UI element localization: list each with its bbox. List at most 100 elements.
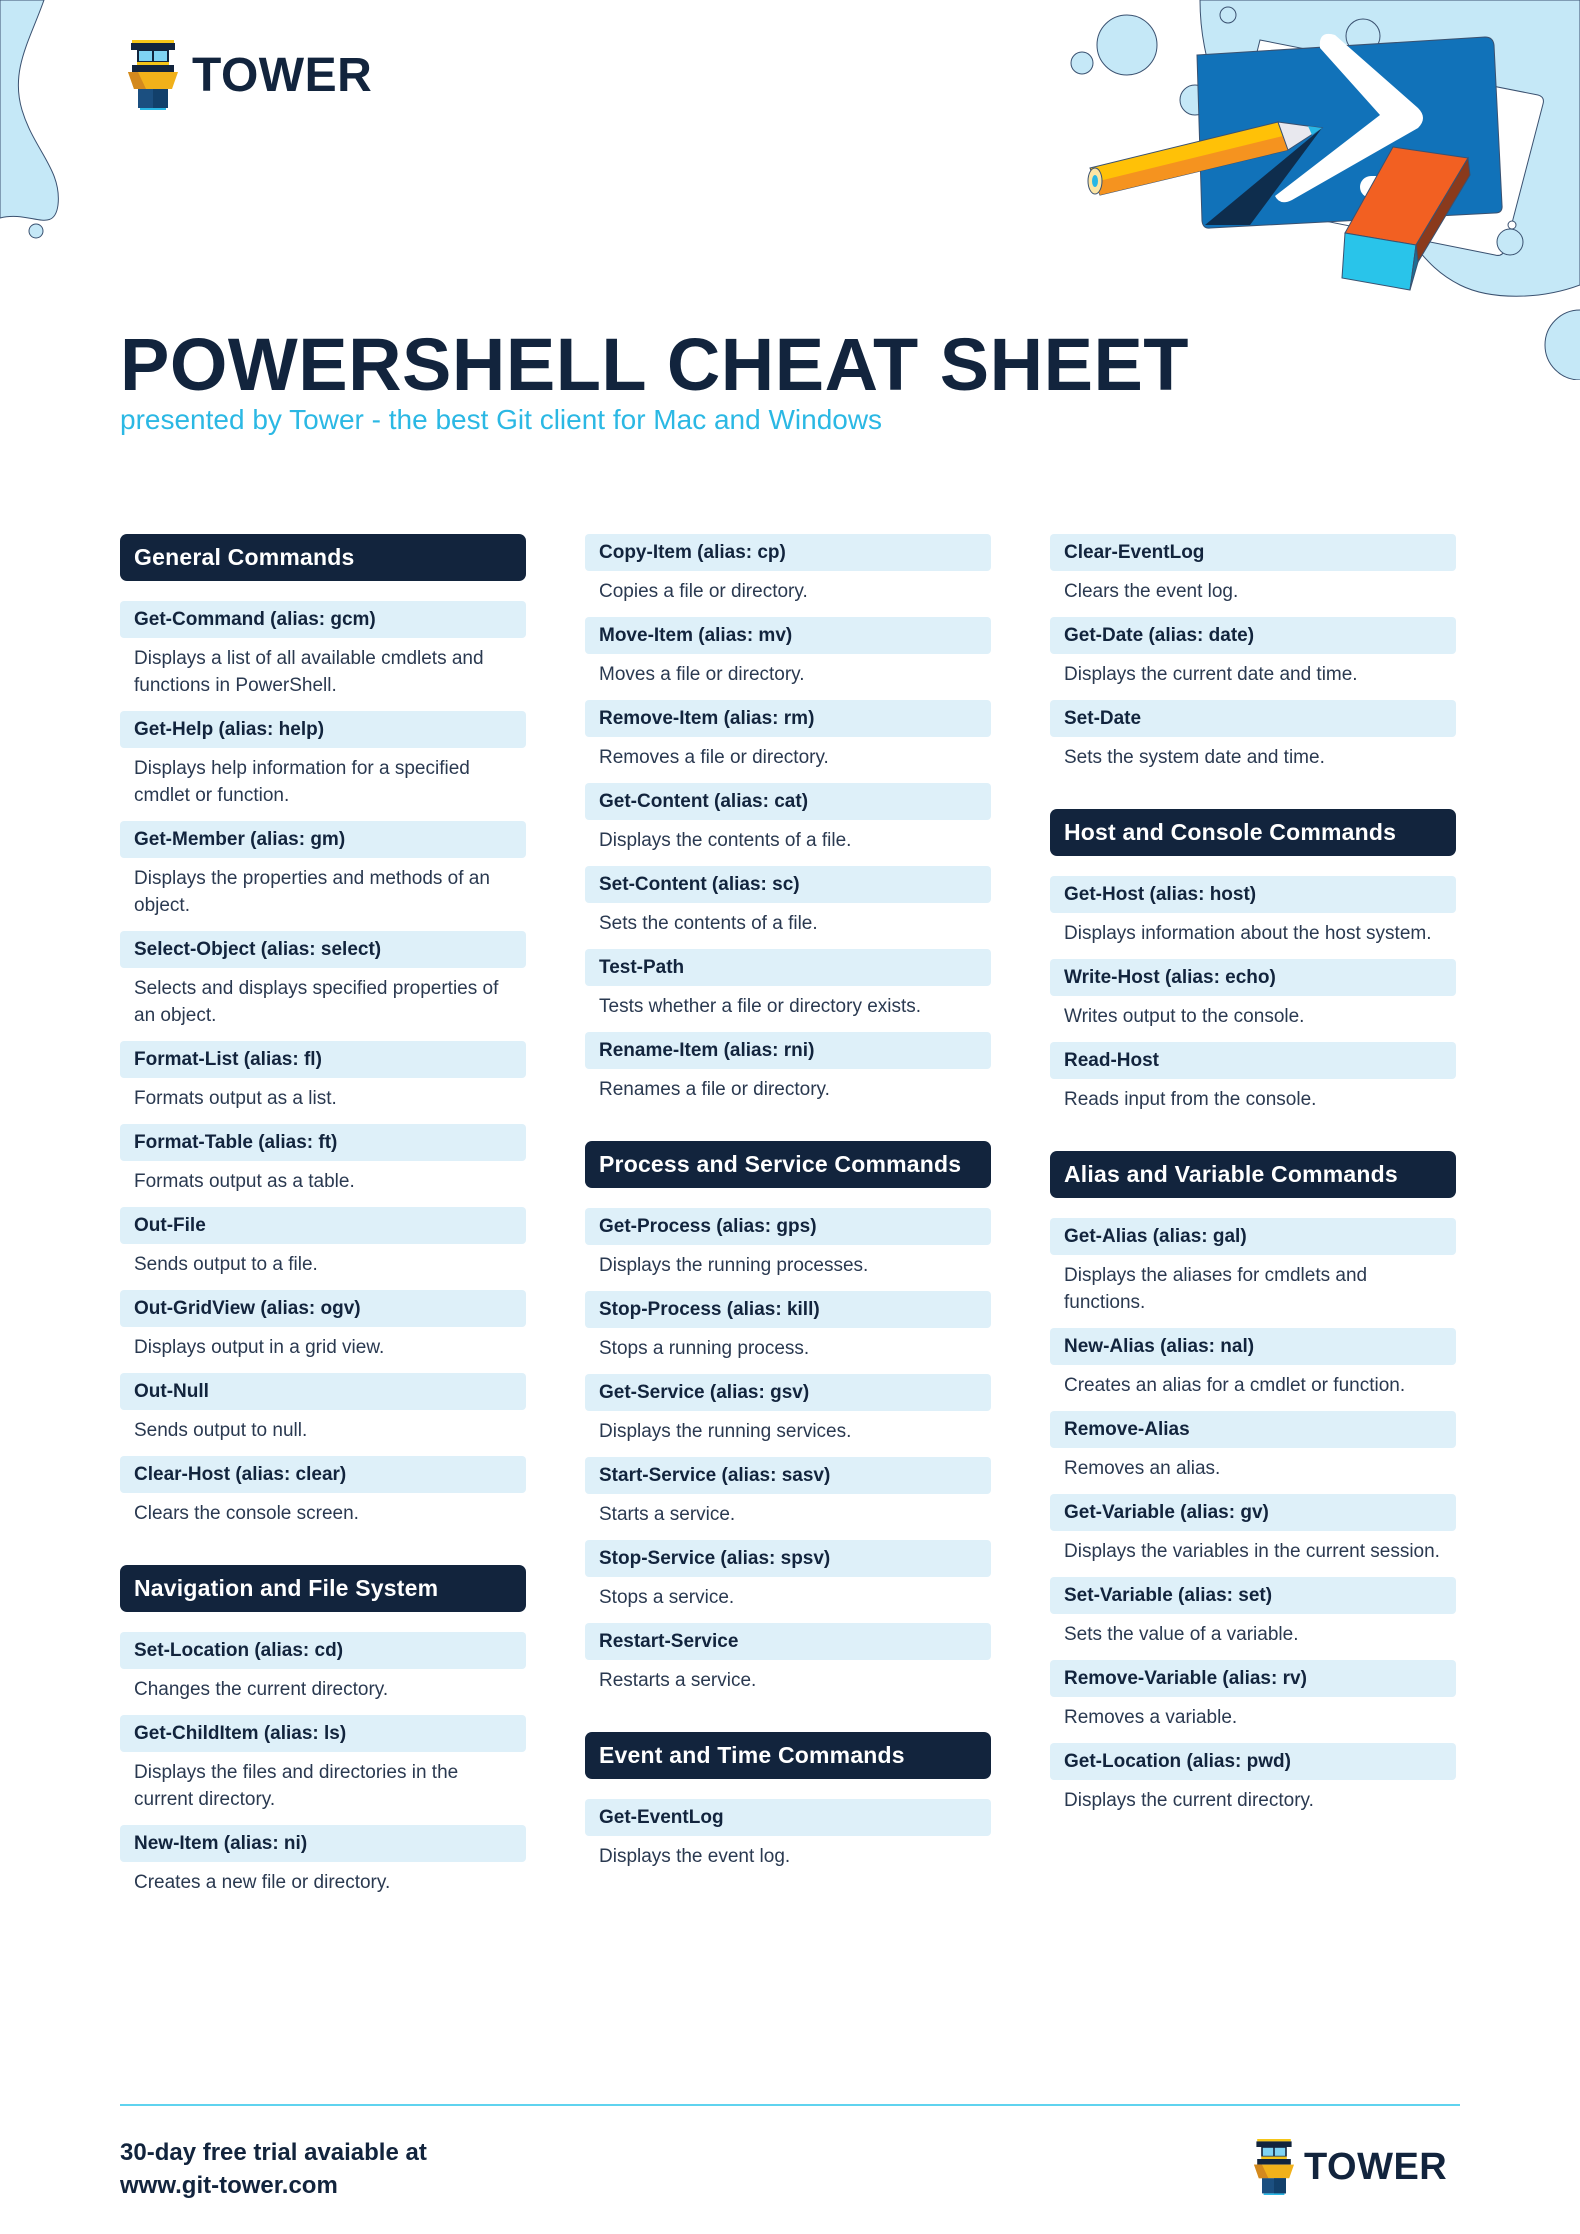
right-blob-shape [1199,0,1580,297]
command-name: Get-Host (alias: host) [1050,876,1456,913]
command-name: Copy-Item (alias: cp) [585,534,991,571]
command-description: Displays the files and directories in th… [134,1762,459,1810]
bubble [1096,14,1158,76]
command-item: Remove-Alias Removes an alias. [1050,1411,1456,1482]
footer-trial-text: 30-day free trial avaiable at www.git-to… [120,2136,427,2202]
command-name: Move-Item (alias: mv) [585,617,991,654]
command-description: Renames a file or directory. [599,1079,830,1100]
command-name: Set-Content (alias: sc) [585,866,991,903]
command-description: Removes a file or directory. [599,747,829,768]
tower-logo-icon [128,40,178,110]
command-description: Clears the console screen. [134,1503,359,1524]
command-description: Displays output in a grid view. [134,1337,385,1358]
command-name: Stop-Process (alias: kill) [585,1291,991,1328]
section-header-general-commands: General Commands [120,534,526,581]
command-name: Clear-Host (alias: clear) [120,1456,526,1493]
bubble [1507,220,1517,230]
command-item: Get-Location (alias: pwd) Displays the cu… [1050,1743,1456,1814]
command-description: Selects and displays specified propertie… [134,978,499,1026]
command-description: Displays the current directory. [1064,1790,1314,1811]
page-title: POWERSHELL CHEAT SHEET [120,323,1190,406]
command-name: Clear-EventLog [1050,534,1456,571]
command-item: Out-GridView (alias: ogv) Displays output… [120,1290,526,1361]
tower-logo-text: TOWER [192,48,373,102]
command-item: Get-ChildItem (alias: ls) Displays the fi… [120,1715,526,1813]
command-item: Write-Host (alias: echo) Writes output to… [1050,959,1456,1030]
command-item: New-Item (alias: ni) Creates a new file o… [120,1825,526,1896]
tower-logo-footer[interactable]: TOWER [1254,2139,1447,2195]
command-description: Displays the properties and methods of a… [134,868,490,916]
command-description: Displays a list of all available cmdlets… [134,648,484,696]
bubble [1179,84,1211,116]
command-description: Reads input from the console. [1064,1089,1317,1110]
command-name: Restart-Service [585,1623,991,1660]
command-name: Set-Location (alias: cd) [120,1632,526,1669]
command-description: Moves a file or directory. [599,664,805,685]
command-item: Move-Item (alias: mv) Moves a file or dir… [585,617,991,688]
command-description: Displays help information for a specifie… [134,758,470,806]
command-item: Read-Host Reads input from the console. [1050,1042,1456,1113]
command-description: Sets the contents of a file. [599,913,818,934]
command-name: Start-Service (alias: sasv) [585,1457,991,1494]
column-3: Clear-EventLog Clears the event log. Get-… [1050,534,1456,1826]
command-description: Starts a service. [599,1504,736,1525]
command-item: Get-Service (alias: gsv) Displays the run… [585,1374,991,1445]
command-description: Displays the running services. [599,1421,852,1442]
command-item: Start-Service (alias: sasv) Starts a serv… [585,1457,991,1528]
command-name: Get-Process (alias: gps) [585,1208,991,1245]
command-item: Get-Host (alias: host) Displays informati… [1050,876,1456,947]
command-item: Test-Path Tests whether a file or directo… [585,949,991,1020]
command-name: Remove-Variable (alias: rv) [1050,1660,1456,1697]
command-name: Get-ChildItem (alias: ls) [120,1715,526,1752]
command-name: Remove-Item (alias: rm) [585,700,991,737]
command-name: Set-Variable (alias: set) [1050,1577,1456,1614]
right-edge-bubble [1544,309,1580,380]
command-name: Read-Host [1050,1042,1456,1079]
prompt-chevron [1275,33,1423,203]
command-item: Stop-Process (alias: kill) Stops a runnin… [585,1291,991,1362]
command-item: Out-File Sends output to a file. [120,1207,526,1278]
eraser-icon [1341,146,1471,291]
footer-url-link[interactable]: www.git-tower.com [120,2169,427,2202]
command-description: Writes output to the console. [1064,1006,1305,1027]
command-name: Format-List (alias: fl) [120,1041,526,1078]
column-2: Copy-Item (alias: cp) Copies a file or di… [585,534,991,1882]
command-item: Format-List (alias: fl) Formats output as… [120,1041,526,1112]
command-name: Stop-Service (alias: spsv) [585,1540,991,1577]
command-item: Get-Alias (alias: gal) Displays the alias… [1050,1218,1456,1316]
section-header-navigation-file-system: Navigation and File System [120,1565,526,1612]
command-name: Get-Date (alias: date) [1050,617,1456,654]
command-name: Get-EventLog [585,1799,991,1836]
back-card [1219,39,1544,256]
command-name: Get-Alias (alias: gal) [1050,1218,1456,1255]
command-item: Get-Member (alias: gm) Displays the prope… [120,821,526,919]
command-item: Clear-EventLog Clears the event log. [1050,534,1456,605]
command-name: Set-Date [1050,700,1456,737]
command-name: Select-Object (alias: select) [120,931,526,968]
section-header-process-service-commands: Process and Service Commands [585,1141,991,1188]
command-name: Test-Path [585,949,991,986]
command-item: Set-Variable (alias: set) Sets the value … [1050,1577,1456,1648]
prompt-underscore [1360,176,1440,198]
command-description: Sets the system date and time. [1064,747,1325,768]
pencil-shadow [1205,128,1322,225]
command-name: Get-Content (alias: cat) [585,783,991,820]
tower-logo[interactable]: TOWER [128,40,372,110]
command-description: Clears the event log. [1064,581,1239,602]
command-item: Get-Process (alias: gps) Displays the run… [585,1208,991,1279]
command-description: Formats output as a table. [134,1171,355,1192]
command-description: Stops a running process. [599,1338,810,1359]
command-description: Displays information about the host syst… [1064,923,1432,944]
command-item: Get-Date (alias: date) Displays the curre… [1050,617,1456,688]
command-item: Stop-Service (alias: spsv) Stops a servic… [585,1540,991,1611]
section-header-event-time-commands: Event and Time Commands [585,1732,991,1779]
command-description: Sends output to null. [134,1420,308,1441]
command-description: Displays the current date and time. [1064,664,1358,685]
command-item: Format-Table (alias: ft) Formats output a… [120,1124,526,1195]
command-description: Removes an alias. [1064,1458,1221,1479]
command-description: Stops a service. [599,1587,735,1608]
small-bubble [28,223,44,239]
command-description: Removes a variable. [1064,1707,1238,1728]
command-name: New-Item (alias: ni) [120,1825,526,1862]
tower-logo-icon [1254,2139,1294,2195]
